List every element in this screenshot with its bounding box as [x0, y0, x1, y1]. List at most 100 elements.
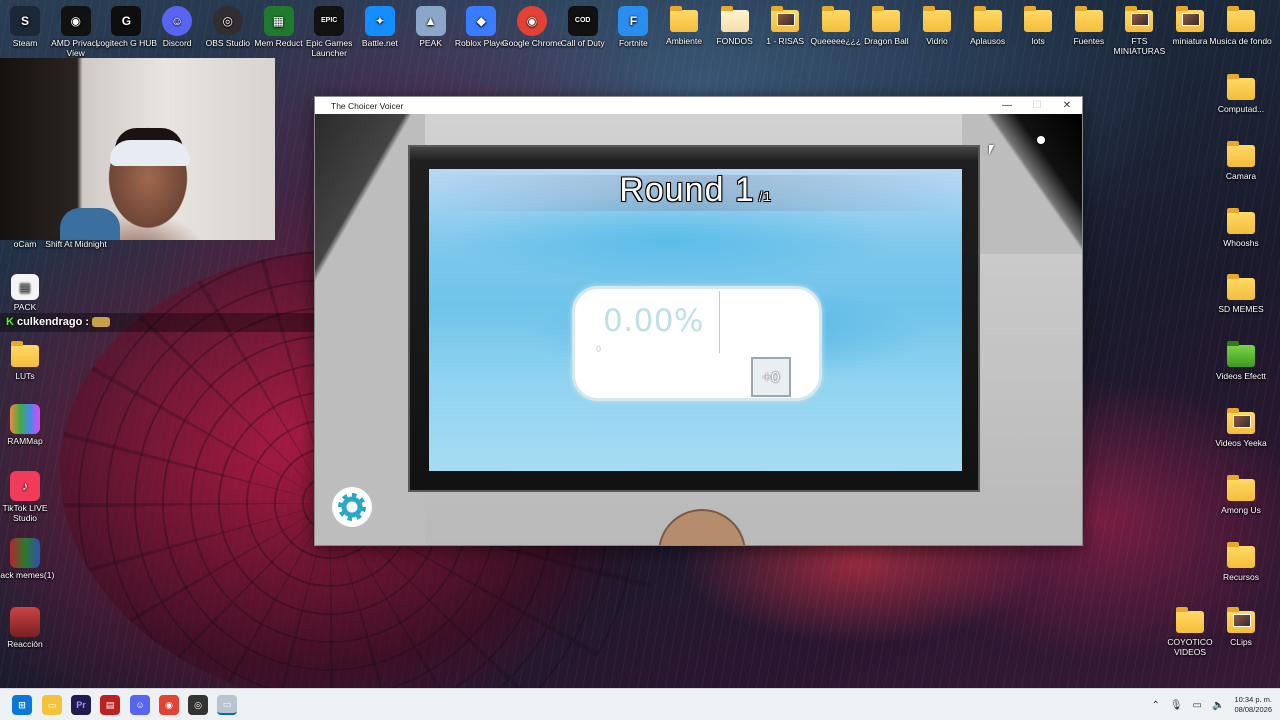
emote-icon	[92, 317, 111, 328]
desktop-icon-label: Dragon Ball	[864, 36, 909, 46]
desktop-icon-shift-at-midnight[interactable]: Shift At Midnight	[43, 239, 109, 249]
percentage-meter: 0.00% 0 +0	[572, 286, 822, 401]
folder-icon	[1227, 341, 1255, 368]
desktop-icon-label: oCam	[13, 239, 37, 249]
discord-taskbar-icon[interactable]: ☺	[130, 695, 150, 715]
desktop-icon-computad[interactable]: Computad...	[1208, 70, 1274, 114]
fortnite-icon: F	[618, 6, 649, 36]
obs-taskbar-icon[interactable]: ◎	[188, 695, 208, 715]
tv-knob	[658, 509, 746, 545]
folder-icon	[670, 6, 698, 32]
minimize-button[interactable]: —	[992, 97, 1022, 114]
close-button[interactable]: ✕	[1052, 97, 1082, 114]
folder-icon	[1227, 74, 1255, 100]
desktop-icon-camara[interactable]: Camara	[1208, 137, 1274, 181]
folder-icon	[1227, 274, 1255, 301]
app-red-icon[interactable]: ▤	[100, 695, 120, 715]
desktop-icon-label: Camara	[1225, 170, 1257, 181]
desktop-icon-pack[interactable]: ▤ PACK	[0, 270, 58, 312]
desktop-icon-label: Shift At Midnight	[45, 239, 107, 249]
desktop-icon-whooshs[interactable]: Whooshs	[1208, 204, 1274, 248]
call-of-duty-icon: COD	[567, 6, 598, 36]
desktop-icon-label: COYOTICO VIDEOS	[1167, 637, 1213, 657]
discord-icon: ☺	[162, 6, 193, 36]
clock-date: 08/08/2026	[1234, 705, 1272, 714]
desktop-icon-label: LUTs	[15, 371, 35, 381]
meter-plus-box[interactable]: +0	[751, 357, 791, 397]
app-window[interactable]: The Choicer Voicer — ☐ ✕ Round 1/1 0.00%…	[314, 96, 1083, 546]
desktop-icon-rammap[interactable]: RAMMap	[0, 400, 58, 446]
desktop-icon-tiktok-live-studio[interactable]: ♪ TikTok LIVE Studio	[0, 467, 58, 523]
folder-icon	[1125, 6, 1154, 32]
folder-icon	[821, 6, 850, 32]
reaccion-icon	[10, 607, 40, 637]
taskbar: ⊞ ▭ Pr ▤ ☺ ◉ ◎ ▭ ⌃ 🎙 ▭ 🔈 10:34 p. m. 08/…	[0, 688, 1280, 720]
desktop-icon-label: Ambiente	[666, 36, 702, 46]
obs-studio-icon: ◎	[212, 6, 243, 36]
folder-icon	[1227, 474, 1255, 501]
meter-cursor-line	[719, 291, 720, 353]
choicer-voicer-taskbar-icon[interactable]: ▭	[217, 695, 237, 715]
desktop-icon-label: Discord	[162, 38, 192, 48]
desktop-icon-label: pack memes(1)	[0, 570, 55, 580]
tray-chevron-icon[interactable]: ⌃	[1151, 700, 1159, 711]
folder-icon	[1176, 6, 1204, 32]
desktop-icon-coyotico-videos[interactable]: COYOTICO VIDEOS	[1157, 603, 1223, 657]
desktop-icon-label: SD MEMES	[1218, 304, 1264, 315]
display-icon[interactable]: ▭	[1193, 700, 1202, 711]
desktop-icon-label: Videos Yeeka	[1215, 438, 1267, 448]
folder-icon	[11, 341, 39, 367]
desktop-icon-luts[interactable]: LUTs	[0, 337, 58, 381]
desktop-icon-sd-memes[interactable]: SD MEMES	[1208, 270, 1274, 314]
game-stage: Round 1/1 0.00% 0 +0	[315, 114, 1082, 545]
roblox-player-icon: ◆	[466, 6, 497, 36]
desktop-icon-recursos[interactable]: Recursos	[1208, 538, 1274, 582]
chat-message: Kculkendrago :	[0, 313, 323, 332]
volume-icon[interactable]: 🔈	[1212, 700, 1224, 711]
meter-small-value: 0	[596, 344, 602, 354]
desktop-icon-musica-de-fondo[interactable]: Musica de fondo	[1208, 2, 1274, 46]
winrar-icon	[10, 538, 40, 568]
window-title: The Choicer Voicer	[331, 100, 404, 111]
window-titlebar[interactable]: The Choicer Voicer — ☐ ✕	[315, 97, 1082, 114]
microphone-icon[interactable]: 🎙	[1170, 700, 1183, 711]
desktop-icon-reaccion[interactable]: Reacción	[0, 603, 58, 649]
desktop-icon-among-us[interactable]: Among Us	[1208, 471, 1274, 515]
chat-username: culkendrago	[16, 316, 83, 328]
round-label: Round 1	[619, 171, 755, 209]
folder-icon	[973, 6, 1002, 32]
desktop-icon-label: Whooshs	[1223, 237, 1259, 248]
desktop-icon-label: Steam	[12, 38, 38, 48]
folder-icon	[720, 6, 749, 32]
steam-icon: S	[10, 6, 40, 36]
amd-privacy-view-icon: ◉	[60, 6, 91, 36]
desktop-icon-label: RAMMap	[7, 436, 43, 446]
start-button[interactable]: ⊞	[12, 695, 32, 715]
tv-light-dot	[1037, 136, 1045, 144]
desktop-icon-label: Call of Duty	[560, 38, 605, 48]
file-explorer-icon[interactable]: ▭	[42, 695, 62, 715]
epic-games-launcher-icon: EPIC	[314, 6, 345, 36]
desktop-icon-videos-efectt[interactable]: Videos Efectt	[1208, 337, 1274, 381]
desktop-icon-label: PACK	[13, 302, 37, 312]
folder-icon	[1226, 6, 1255, 32]
chrome-taskbar-icon[interactable]: ◉	[159, 695, 179, 715]
maximize-button[interactable]: ☐	[1022, 97, 1052, 114]
desktop-icon-label: Recursos	[1223, 571, 1259, 582]
meter-plus-value: +0	[762, 368, 780, 386]
tiktok-icon: ♪	[10, 471, 40, 501]
premiere-icon[interactable]: Pr	[71, 695, 91, 715]
tv-bezel-right	[962, 114, 1082, 254]
desktop-icon-label: Epic Games Launcher	[306, 38, 353, 58]
desktop-icon-label: CLips	[1230, 637, 1252, 647]
desktop-icon-label: Computad...	[1217, 104, 1265, 114]
folder-icon	[872, 6, 901, 32]
folder-icon	[1227, 140, 1255, 167]
desktop-icon-pack-memes[interactable]: pack memes(1)	[0, 534, 58, 580]
pack-icon: ▤	[11, 274, 39, 300]
desktop-icon-videos-yeeka[interactable]: Videos Yeeka	[1208, 404, 1274, 448]
clock[interactable]: 10:34 p. m. 08/08/2026	[1234, 695, 1272, 715]
settings-button[interactable]	[332, 487, 372, 527]
desktop-icon-label: Among Us	[1221, 504, 1261, 515]
google-chrome-icon: ◉	[517, 6, 547, 36]
